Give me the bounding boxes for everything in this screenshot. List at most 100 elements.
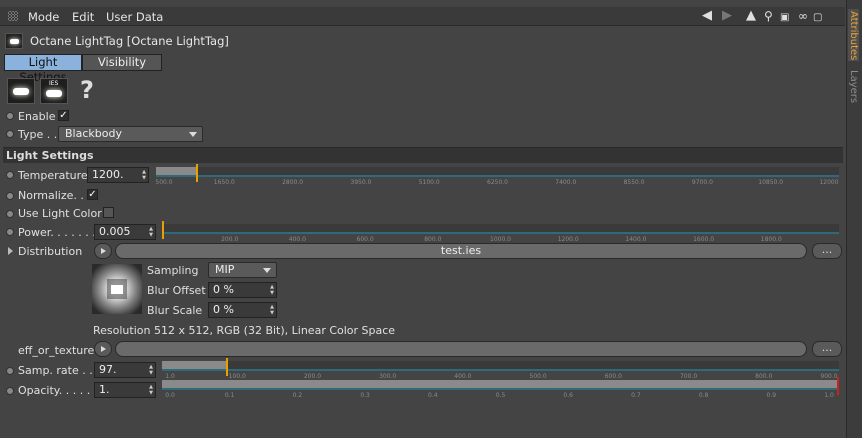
- tick-label: 7400.0: [555, 179, 577, 186]
- opacity-slider-fill: [162, 380, 837, 388]
- distribution-file: test.ies: [440, 244, 482, 257]
- blur-scale-label: Blur Scale: [147, 304, 203, 317]
- spinner-icon[interactable]: ▲ ▼: [149, 226, 153, 238]
- tick-label: 600.0: [356, 236, 374, 243]
- power-slider-handle[interactable]: [162, 221, 164, 239]
- opacity-label: Opacity. . . . . .: [18, 384, 98, 397]
- normalize-checkbox[interactable]: ✓: [87, 189, 98, 200]
- opacity-slider[interactable]: [162, 377, 839, 395]
- eff-texture-field[interactable]: [115, 341, 807, 357]
- tick-label: 800.0: [424, 236, 442, 243]
- section-light-settings: Light Settings: [3, 147, 843, 163]
- help-icon[interactable]: ?: [80, 76, 94, 104]
- keyframe-dot-normalize[interactable]: [6, 192, 14, 200]
- temperature-label: Temperature: [18, 169, 88, 182]
- distribution-browse-button[interactable]: ...: [812, 243, 842, 259]
- light-preset-icon[interactable]: [7, 78, 35, 104]
- tick-label: 800.0: [755, 373, 773, 380]
- spinner-icon[interactable]: ▲ ▼: [149, 384, 153, 396]
- keyframe-dot-use-light-color[interactable]: [6, 210, 14, 218]
- spinner-icon[interactable]: ▲ ▼: [270, 304, 274, 316]
- expand-arrow-icon[interactable]: [8, 247, 13, 255]
- tick-label: 0.1: [224, 392, 235, 399]
- tab-visibility[interactable]: Visibility: [82, 54, 162, 71]
- keyframe-dot-power[interactable]: [6, 228, 14, 236]
- menu-mode[interactable]: Mode: [28, 10, 59, 24]
- tick-label: 0.9: [766, 392, 777, 399]
- grip-icon[interactable]: [8, 11, 18, 21]
- enable-checkbox[interactable]: ✓: [58, 110, 69, 121]
- hierarchy-icon[interactable]: ∞: [798, 9, 808, 23]
- samp-rate-slider[interactable]: [162, 358, 839, 376]
- keyframe-dot-temperature[interactable]: [6, 171, 14, 179]
- opacity-field[interactable]: 1. ▲ ▼: [94, 382, 156, 398]
- pointer-up-icon[interactable]: ▲: [746, 9, 756, 23]
- keyframe-dot-enable[interactable]: [6, 112, 14, 120]
- spinner-icon[interactable]: ▲ ▼: [270, 284, 274, 296]
- keyframe-dot-opacity[interactable]: [6, 387, 14, 395]
- tick-label: 0.4: [428, 392, 438, 399]
- temperature-slider-track: [156, 175, 839, 177]
- menu-edit[interactable]: Edit: [72, 10, 94, 24]
- tick-label: 1800.0: [760, 236, 782, 243]
- use-light-color-checkbox[interactable]: [103, 207, 114, 218]
- tick-label: 0.3: [360, 392, 370, 399]
- distribution-file-field[interactable]: test.ies: [115, 243, 807, 259]
- sidebar-tabs: Attributes Layers: [846, 0, 862, 438]
- type-label: Type . .: [18, 128, 58, 141]
- temperature-field[interactable]: 1200. ▲ ▼: [87, 167, 149, 183]
- tick-label: 8550.0: [623, 179, 645, 186]
- temperature-slider[interactable]: [156, 164, 839, 182]
- keyframe-dot-type[interactable]: [6, 130, 14, 138]
- tick-label: 100.0: [228, 373, 246, 380]
- tick-label: 1600.0: [693, 236, 715, 243]
- tick-label: 0.7: [631, 392, 641, 399]
- keyframe-dot-samp-rate[interactable]: [6, 367, 14, 375]
- blur-offset-field[interactable]: 0 % ▲ ▼: [208, 282, 277, 298]
- distribution-play-button[interactable]: [94, 243, 112, 259]
- tick-label: 1.0: [165, 373, 175, 380]
- tick-label: 1650.0: [213, 179, 235, 186]
- blur-scale-value: 0 %: [213, 303, 234, 316]
- eff-browse-button[interactable]: ...: [812, 341, 842, 357]
- samp-rate-value: 97.: [99, 363, 117, 376]
- section-title: Light Settings: [6, 149, 94, 162]
- type-value: Blackbody: [65, 127, 122, 140]
- spinner-icon[interactable]: ▲ ▼: [142, 169, 146, 181]
- power-field[interactable]: 0.005 ▲ ▼: [94, 224, 156, 240]
- spinner-icon[interactable]: ▲ ▼: [149, 364, 153, 376]
- search-icon[interactable]: ⚲: [764, 9, 773, 23]
- tab-light-settings[interactable]: Light Settings: [4, 54, 82, 84]
- tick-label: 0.6: [563, 392, 573, 399]
- samp-rate-field[interactable]: 97. ▲ ▼: [94, 362, 156, 378]
- back-arrow-icon[interactable]: ◀: [702, 9, 712, 23]
- tick-label: 2800.0: [282, 179, 304, 186]
- lock-icon[interactable]: ▣: [780, 11, 789, 25]
- blur-offset-label: Blur Offset: [147, 284, 206, 297]
- eff-play-button[interactable]: [94, 341, 112, 357]
- tick-label: 6250.0: [487, 179, 508, 186]
- ies-light-icon[interactable]: IES: [40, 78, 68, 104]
- eff-or-texture-label: eff_or_texture: [18, 344, 95, 357]
- blur-scale-field[interactable]: 0 % ▲ ▼: [208, 302, 277, 318]
- forward-arrow-icon[interactable]: ▶: [722, 9, 732, 23]
- type-select[interactable]: Blackbody: [58, 126, 203, 142]
- sampling-select[interactable]: MIP: [208, 262, 277, 278]
- new-window-icon[interactable]: ▢: [813, 11, 822, 25]
- menu-user-data[interactable]: User Data: [106, 10, 163, 24]
- tick-label: 300.0: [379, 373, 397, 380]
- tick-label: 3950.0: [350, 179, 372, 186]
- object-title: Octane LightTag [Octane LightTag]: [30, 34, 229, 48]
- power-slider-track: [162, 232, 839, 234]
- menubar: Mode Edit User Data ◀ ▶ ▲ ⚲ ▣ ∞ ▢: [0, 7, 845, 26]
- tick-label: 1200.0: [557, 236, 579, 243]
- tick-label: 200.0: [303, 373, 322, 380]
- power-slider[interactable]: [162, 221, 839, 239]
- ies-preview-image: [92, 264, 142, 314]
- tab-attributes[interactable]: Attributes: [848, 9, 859, 61]
- tab-layers[interactable]: Layers: [848, 70, 859, 103]
- tick-label: 500.0: [529, 373, 547, 380]
- opacity-slider-handle[interactable]: [837, 377, 839, 395]
- temperature-slider-handle[interactable]: [196, 164, 198, 182]
- tick-label: 9700.0: [691, 179, 713, 186]
